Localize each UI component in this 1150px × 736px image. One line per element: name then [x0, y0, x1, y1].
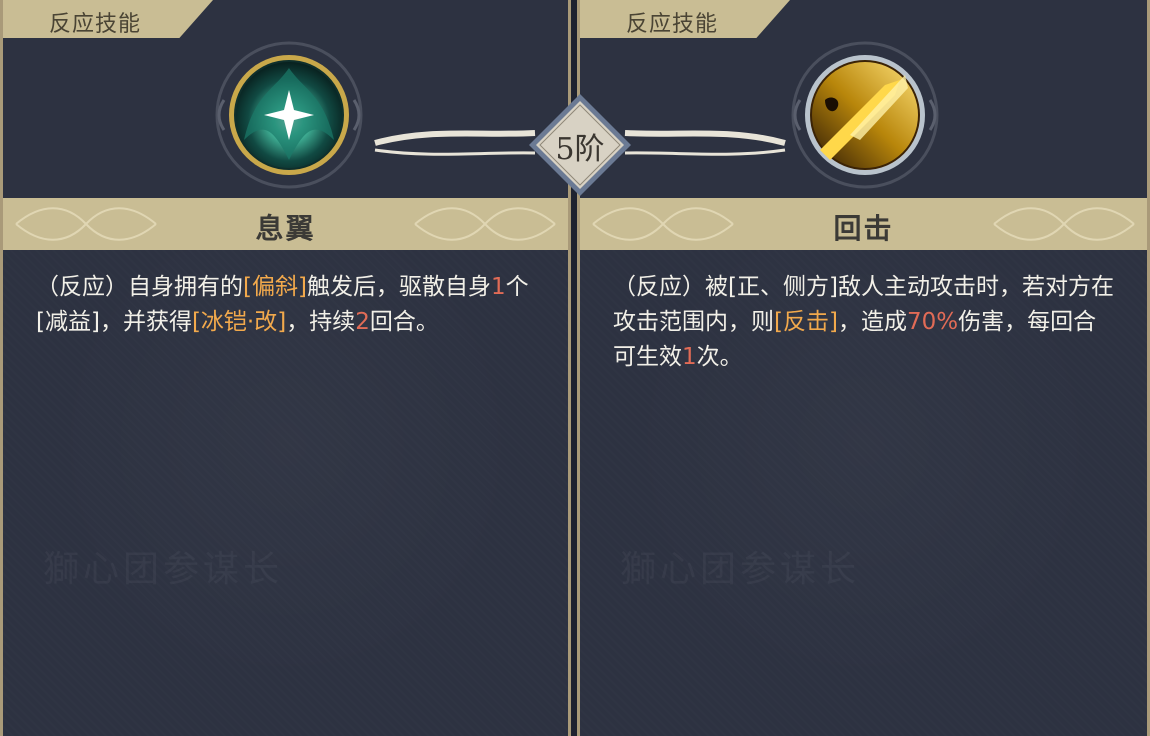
highlight-text: [冰铠·改]	[191, 309, 287, 335]
skill-description: （反应）被[正、侧方]敌人主动攻击时，若对方在攻击范围内，则[反击]，造成70%…	[613, 270, 1117, 375]
watermark-text: 獅心团参谋长	[43, 540, 283, 592]
tier-label: 5阶	[555, 132, 605, 167]
highlight-text: 1	[682, 344, 697, 370]
skill-name: 息翼	[255, 212, 316, 245]
skill-name: 回击	[833, 212, 894, 245]
highlight-text: [偏斜]	[243, 274, 307, 300]
highlight-text: 2	[355, 309, 370, 335]
golden-strike-icon[interactable]	[790, 40, 940, 190]
description-text: 次。	[696, 344, 743, 370]
skill-type-label: 反应技能	[626, 12, 719, 37]
description-text: 回合。	[369, 309, 439, 335]
highlight-text: 1	[490, 274, 506, 300]
skill-type-label: 反应技能	[49, 12, 142, 37]
highlight-text: 70%	[906, 309, 959, 335]
skill-type-tag: 反应技能	[580, 0, 790, 38]
teal-wing-star-icon[interactable]	[214, 40, 364, 190]
skill-description: （反应）自身拥有的[偏斜]触发后，驱散自身1个[减益]，并获得[冰铠·改]，持续…	[36, 270, 538, 340]
description-text: ，持续	[286, 309, 356, 335]
description-text: ，造成	[837, 309, 907, 335]
skill-type-tag: 反应技能	[3, 0, 213, 38]
skill-name-banner: 回击	[580, 198, 1147, 250]
highlight-text: [反击]	[774, 309, 838, 335]
skill-name-banner: 息翼	[3, 198, 568, 250]
description-text: （反应）自身拥有的	[36, 274, 243, 300]
watermark-text: 獅心团参谋长	[620, 540, 860, 592]
description-text: 触发后，驱散自身	[306, 274, 491, 300]
